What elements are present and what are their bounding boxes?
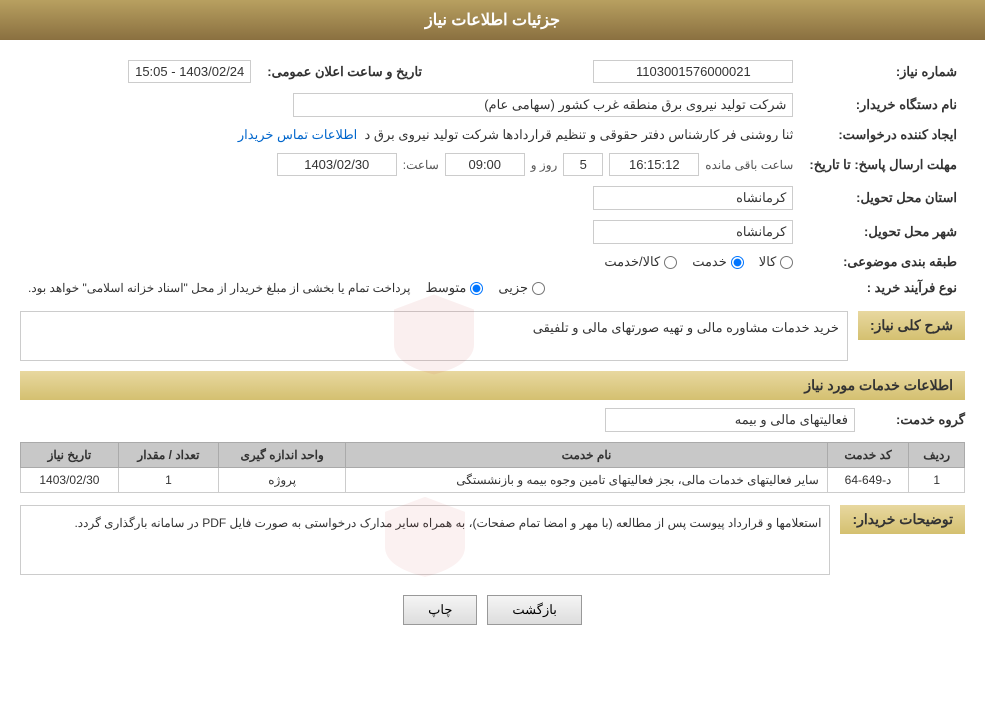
service-group-label: گروه خدمت: [865,412,965,428]
creator-value: ثنا روشنی فر کارشناس دفتر حقوقی و تنظیم … [365,127,794,142]
radio-jozii-label: جزیی [498,280,528,296]
category-radio-group: کالا/خدمت خدمت کالا [28,254,793,270]
radio-jozii[interactable]: جزیی [498,280,545,296]
col-name: نام خدمت [346,443,828,468]
city-label: شهر محل تحویل: [801,215,965,249]
deadline-remaining: 16:15:12 [609,153,699,176]
print-button[interactable]: چاپ [403,595,477,625]
buyer-desc-text: استعلامها و قرارداد پیوست پس از مطالعه (… [74,516,821,530]
service-table: ردیف کد خدمت نام خدمت واحد اندازه گیری ت… [20,442,965,493]
cell-code: د-649-64 [827,468,909,493]
svg-text:ANA: ANA [406,531,445,551]
need-description-text: خرید خدمات مشاوره مالی و تهیه صورتهای ما… [533,320,839,335]
deadline-label: مهلت ارسال پاسخ: تا تاریخ: [801,148,965,181]
radio-khedmat[interactable]: خدمت [692,254,744,270]
buyer-org-label: نام دستگاه خریدار: [801,88,965,122]
cell-name: سایر فعالیتهای خدمات مالی، بجز فعالیتهای… [346,468,828,493]
radio-kala[interactable]: کالا [759,254,794,270]
category-label: طبقه بندی موضوعی: [801,249,965,275]
buyer-desc-section-label: توضیحات خریدار: [840,505,965,534]
radio-motevaset[interactable]: متوسط [426,280,484,296]
deadline-day-label: روز و [531,158,558,172]
buyer-desc-box: ANA استعلامها و قرارداد پیوست پس از مطال… [20,505,830,575]
cell-row: 1 [909,468,965,493]
col-qty: تعداد / مقدار [118,443,218,468]
radio-kala-khedmat-label: کالا/خدمت [604,254,660,270]
creator-contact-link[interactable]: اطلاعات تماس خریدار [238,127,357,142]
services-section-header: اطلاعات خدمات مورد نیاز [20,371,965,400]
page-title: جزئیات اطلاعات نیاز [425,12,560,29]
col-date: تاریخ نیاز [21,443,119,468]
back-button[interactable]: بازگشت [487,595,581,625]
need-description-box: ANA خرید خدمات مشاوره مالی و تهیه صورتها… [20,311,848,361]
radio-motevaset-label: متوسط [426,280,467,296]
service-group-value: فعالیتهای مالی و بیمه [605,408,855,432]
cell-unit: پروژه [219,468,346,493]
action-buttons: بازگشت چاپ [20,595,965,625]
city-value: کرمانشاه [593,220,793,244]
province-label: استان محل تحویل: [801,181,965,215]
purchase-type-label: نوع فرآیند خرید : [801,275,965,301]
table-row: 1 د-649-64 سایر فعالیتهای خدمات مالی، بج… [21,468,965,493]
deadline-time: 09:00 [445,153,525,176]
announce-date-label: تاریخ و ساعت اعلان عمومی: [259,55,430,88]
deadline-remaining-label: ساعت باقی مانده [705,158,793,172]
need-description-section-label: شرح کلی نیاز: [858,311,965,340]
purchase-note: پرداخت تمام یا بخشی از مبلغ خریدار از مح… [28,281,411,295]
deadline-time-label: ساعت: [403,158,439,172]
main-info-table: شماره نیاز: 1103001576000021 تاریخ و ساع… [20,55,965,301]
deadline-days: 5 [563,153,603,176]
radio-kala-label: کالا [759,254,777,270]
need-number-label: شماره نیاز: [801,55,965,88]
svg-text:ANA: ANA [414,329,453,349]
creator-label: ایجاد کننده درخواست: [801,122,965,148]
province-value: کرمانشاه [593,186,793,210]
deadline-date: 1403/02/30 [277,153,397,176]
page-header: جزئیات اطلاعات نیاز [0,0,985,40]
radio-kala-khedmat[interactable]: کالا/خدمت [604,254,677,270]
cell-date: 1403/02/30 [21,468,119,493]
col-unit: واحد اندازه گیری [219,443,346,468]
buyer-org-value: شرکت تولید نیروی برق منطقه غرب کشور (سها… [293,93,793,117]
announce-date-value: 1403/02/24 - 15:05 [128,60,251,83]
purchase-type-group: پرداخت تمام یا بخشی از مبلغ خریدار از مح… [28,280,793,296]
col-row: ردیف [909,443,965,468]
radio-khedmat-label: خدمت [692,254,727,270]
cell-qty: 1 [118,468,218,493]
col-code: کد خدمت [827,443,909,468]
need-number-value: 1103001576000021 [593,60,793,83]
